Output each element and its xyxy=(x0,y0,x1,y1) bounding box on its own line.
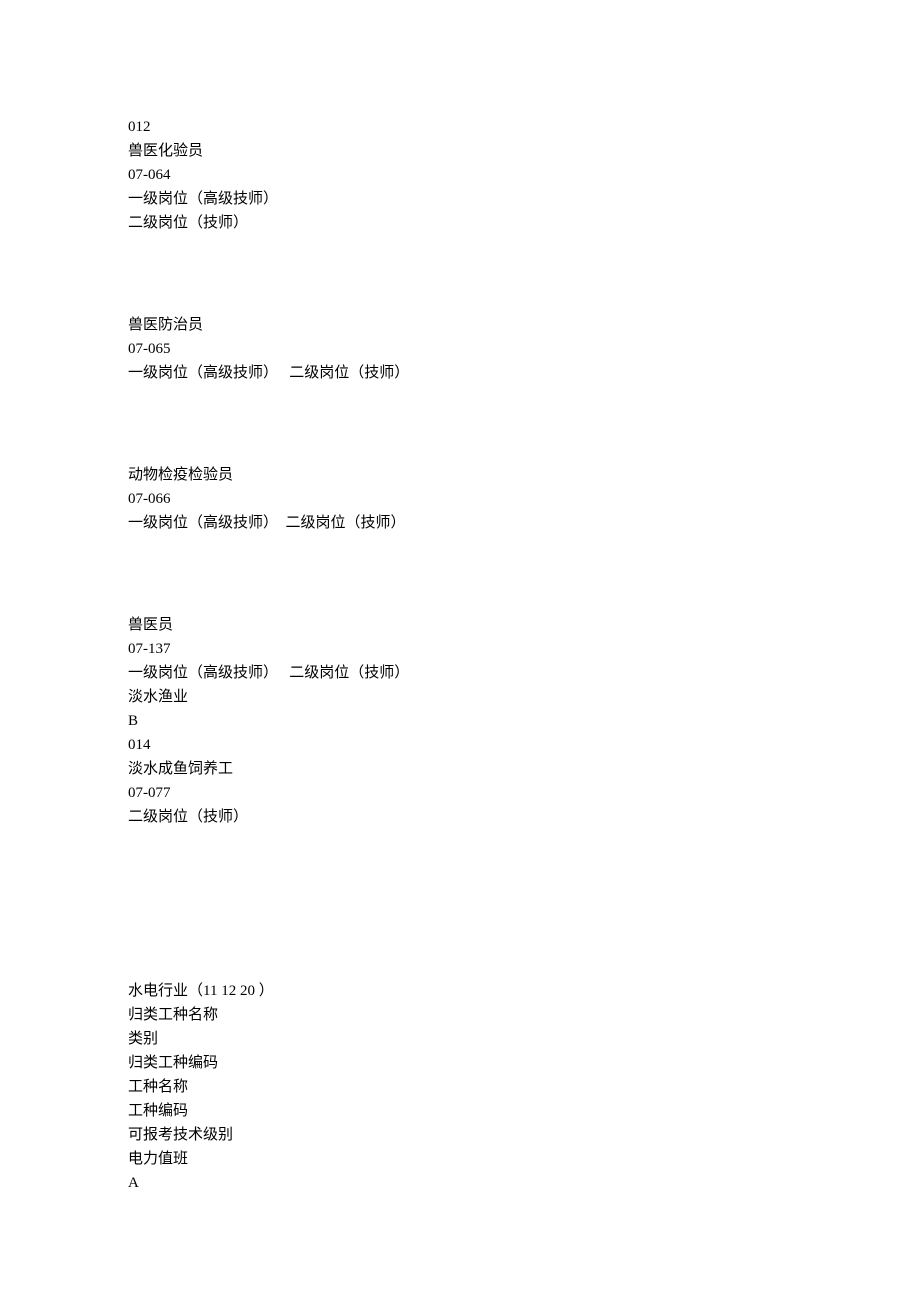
text-line: B xyxy=(128,709,920,733)
text-line: 一级岗位（高级技师） xyxy=(128,187,920,211)
text-line: 07-077 xyxy=(128,781,920,805)
text-line: 07-066 xyxy=(128,487,920,511)
entry-block-5: 水电行业（11 12 20 ） 归类工种名称 类别 归类工种编码 工种名称 工种… xyxy=(128,979,920,1195)
text-line: 一级岗位（高级技师） 二级岗位（技师） xyxy=(128,511,920,535)
text-line: 二级岗位（技师） xyxy=(128,211,920,235)
text-line: 兽医防治员 xyxy=(128,313,920,337)
text-line: 电力值班 xyxy=(128,1147,920,1171)
text-line: 水电行业（11 12 20 ） xyxy=(128,979,920,1003)
text-line: 淡水渔业 xyxy=(128,685,920,709)
entry-block-1: 012 兽医化验员 07-064 一级岗位（高级技师） 二级岗位（技师） xyxy=(128,115,920,235)
text-line: 动物检疫检验员 xyxy=(128,463,920,487)
entry-block-3: 动物检疫检验员 07-066 一级岗位（高级技师） 二级岗位（技师） xyxy=(128,463,920,535)
text-line: 工种名称 xyxy=(128,1075,920,1099)
text-line: 07-065 xyxy=(128,337,920,361)
text-line: 类别 xyxy=(128,1027,920,1051)
text-line: A xyxy=(128,1171,920,1195)
text-line: 可报考技术级别 xyxy=(128,1123,920,1147)
text-line: 兽医化验员 xyxy=(128,139,920,163)
text-line: 二级岗位（技师） xyxy=(128,805,920,829)
text-line: 归类工种编码 xyxy=(128,1051,920,1075)
text-line: 一级岗位（高级技师） 二级岗位（技师） xyxy=(128,661,920,685)
text-line: 归类工种名称 xyxy=(128,1003,920,1027)
entry-block-4: 兽医员 07-137 一级岗位（高级技师） 二级岗位（技师） 淡水渔业 B 01… xyxy=(128,613,920,829)
text-line: 07-064 xyxy=(128,163,920,187)
text-line: 一级岗位（高级技师） 二级岗位（技师） xyxy=(128,361,920,385)
text-line: 014 xyxy=(128,733,920,757)
text-line: 淡水成鱼饲养工 xyxy=(128,757,920,781)
text-line: 兽医员 xyxy=(128,613,920,637)
entry-block-2: 兽医防治员 07-065 一级岗位（高级技师） 二级岗位（技师） xyxy=(128,313,920,385)
text-line: 012 xyxy=(128,115,920,139)
text-line: 工种编码 xyxy=(128,1099,920,1123)
text-line: 07-137 xyxy=(128,637,920,661)
